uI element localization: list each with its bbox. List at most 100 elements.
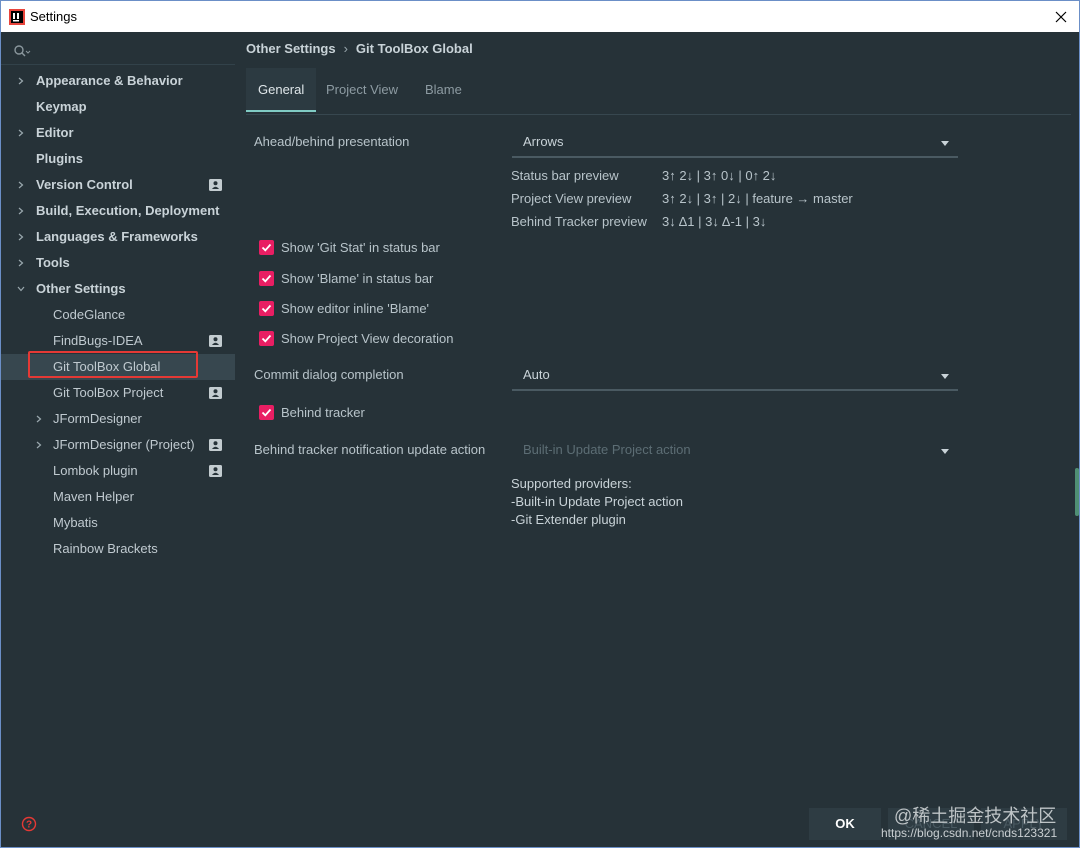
sidebar-item-build-execution-deployment[interactable]: Build, Execution, Deployment <box>1 198 235 224</box>
ahead-behind-combo[interactable]: Arrows <box>512 128 958 158</box>
providers-title: Supported providers: <box>511 476 632 491</box>
behind-tracker-preview-label: Behind Tracker preview <box>511 214 647 229</box>
commit-completion-label: Commit dialog completion <box>254 367 404 382</box>
sidebar-item-label: Languages & Frameworks <box>36 229 198 244</box>
settings-tree: Appearance & Behavior Keymap Editor Plugins… <box>1 68 235 562</box>
sidebar-item-keymap[interactable]: Keymap <box>1 94 235 120</box>
check-icon <box>261 334 272 343</box>
dropdown-caret-icon <box>941 449 949 454</box>
tab-project-view[interactable]: Project View <box>326 68 398 112</box>
dropdown-caret-icon <box>941 141 949 146</box>
sidebar-item-label: Editor <box>36 125 74 140</box>
blame-status-bar-checkbox[interactable] <box>259 271 274 286</box>
project-level-icon <box>209 439 222 451</box>
provider-item: -Built-in Update Project action <box>511 494 683 509</box>
editor-inline-blame-label[interactable]: Show editor inline 'Blame' <box>281 301 429 316</box>
tab-general[interactable]: General <box>246 68 317 112</box>
behind-action-value: Built-in Update Project action <box>523 442 691 457</box>
sidebar-item-languages-frameworks[interactable]: Languages & Frameworks <box>1 224 235 250</box>
git-stat-status-bar-checkbox[interactable] <box>259 240 274 255</box>
status-bar-preview-label: Status bar preview <box>511 168 619 183</box>
check-icon <box>261 408 272 417</box>
project-level-icon <box>209 465 222 477</box>
sidebar-item-plugins[interactable]: Plugins <box>1 146 235 172</box>
sidebar-item-label: Version Control <box>36 177 133 192</box>
sidebar-item-jformdesigner[interactable]: JFormDesigner <box>1 406 235 432</box>
intellij-app-icon <box>9 9 25 25</box>
chevron-right-icon[interactable] <box>17 77 25 85</box>
behind-tracker-label[interactable]: Behind tracker <box>281 405 365 420</box>
sidebar-item-label: Tools <box>36 255 70 270</box>
behind-tracker-checkbox[interactable] <box>259 405 274 420</box>
tab-blame[interactable]: Blame <box>425 68 462 112</box>
sidebar-item-lombok-plugin[interactable]: Lombok plugin <box>1 458 235 484</box>
sidebar-item-tools[interactable]: Tools <box>1 250 235 276</box>
chevron-right-icon[interactable] <box>17 129 25 137</box>
sidebar-item-appearance-behavior[interactable]: Appearance & Behavior <box>1 68 235 94</box>
sidebar-item-git-toolbox-project[interactable]: Git ToolBox Project <box>1 380 235 406</box>
behind-tracker-preview-value: 3↓ Δ1 | 3↓ Δ-1 | 3↓ <box>662 214 767 229</box>
check-icon <box>261 243 272 252</box>
blame-status-bar-label[interactable]: Show 'Blame' in status bar <box>281 271 433 286</box>
sidebar-item-label: Mybatis <box>53 515 98 530</box>
sidebar-item-label: JFormDesigner <box>53 411 142 426</box>
search-icon <box>14 45 31 57</box>
sidebar-item-label: Other Settings <box>36 281 126 296</box>
watermark-url: https://blog.csdn.net/cnds123321 <box>881 826 1058 840</box>
project-level-icon <box>209 335 222 347</box>
breadcrumb-parent[interactable]: Other Settings <box>246 41 336 56</box>
breadcrumb: Other Settings › Git ToolBox Global <box>246 41 473 56</box>
close-icon <box>1055 11 1067 23</box>
sidebar-divider <box>1 64 235 65</box>
ok-button[interactable]: OK <box>809 808 881 840</box>
project-view-decoration-checkbox[interactable] <box>259 331 274 346</box>
sidebar-item-label: Plugins <box>36 151 83 166</box>
sidebar-item-editor[interactable]: Editor <box>1 120 235 146</box>
chevron-right-icon[interactable] <box>17 181 25 189</box>
sidebar-item-label: JFormDesigner (Project) <box>53 437 195 452</box>
sidebar-item-version-control[interactable]: Version Control <box>1 172 235 198</box>
commit-completion-combo[interactable]: Auto <box>512 361 958 391</box>
sidebar-item-label: CodeGlance <box>53 307 126 322</box>
chevron-down-icon[interactable] <box>17 285 25 293</box>
sidebar-item-label: Build, Execution, Deployment <box>36 203 220 218</box>
chevron-right-icon[interactable] <box>17 207 25 215</box>
settings-sidebar: Appearance & Behavior Keymap Editor Plugins… <box>1 32 235 832</box>
editor-inline-blame-checkbox[interactable] <box>259 301 274 316</box>
commit-completion-value: Auto <box>523 367 550 382</box>
behind-action-label: Behind tracker notification update actio… <box>254 442 486 457</box>
sidebar-item-maven-helper[interactable]: Maven Helper <box>1 484 235 510</box>
chevron-right-icon[interactable] <box>17 233 25 241</box>
project-level-icon <box>209 179 222 191</box>
sidebar-item-label: Appearance & Behavior <box>36 73 183 88</box>
settings-search-input[interactable] <box>11 40 231 62</box>
sidebar-item-label: Rainbow Brackets <box>53 541 158 556</box>
project-view-decoration-label[interactable]: Show Project View decoration <box>281 331 453 346</box>
sidebar-item-label: Lombok plugin <box>53 463 138 478</box>
sidebar-item-other-settings[interactable]: Other Settings <box>1 276 235 302</box>
tab-divider <box>246 114 1071 115</box>
check-icon <box>261 274 272 283</box>
selection-highlight-box <box>28 351 198 378</box>
sidebar-item-codeglance[interactable]: CodeGlance <box>1 302 235 328</box>
settings-dialog: Appearance & Behavior Keymap Editor Plugins… <box>0 32 1080 848</box>
sidebar-item-rainbow-brackets[interactable]: Rainbow Brackets <box>1 536 235 562</box>
chevron-right-icon[interactable] <box>17 259 25 267</box>
dropdown-caret-icon <box>941 374 949 379</box>
behind-action-combo[interactable]: Built-in Update Project action <box>512 436 958 466</box>
window-close-button[interactable] <box>1043 1 1079 33</box>
project-view-preview-label: Project View preview <box>511 191 632 206</box>
chevron-right-icon[interactable] <box>35 441 43 449</box>
project-view-preview-value: 3↑ 2↓ | 3↑ | 2↓ | feature → master <box>662 191 853 206</box>
svg-text:?: ? <box>26 820 32 831</box>
sidebar-item-mybatis[interactable]: Mybatis <box>1 510 235 536</box>
sidebar-item-jformdesigner-project[interactable]: JFormDesigner (Project) <box>1 432 235 458</box>
sidebar-item-label: Keymap <box>36 99 87 114</box>
chevron-right-icon[interactable] <box>35 415 43 423</box>
title-bar: Settings <box>0 0 1080 32</box>
sidebar-item-label: Git ToolBox Project <box>53 385 164 400</box>
help-icon[interactable]: ? <box>21 816 37 832</box>
status-bar-preview-value: 3↑ 2↓ | 3↑ 0↓ | 0↑ 2↓ <box>662 168 777 183</box>
git-stat-status-bar-label[interactable]: Show 'Git Stat' in status bar <box>281 240 440 255</box>
scrollbar-marker <box>1075 468 1079 516</box>
